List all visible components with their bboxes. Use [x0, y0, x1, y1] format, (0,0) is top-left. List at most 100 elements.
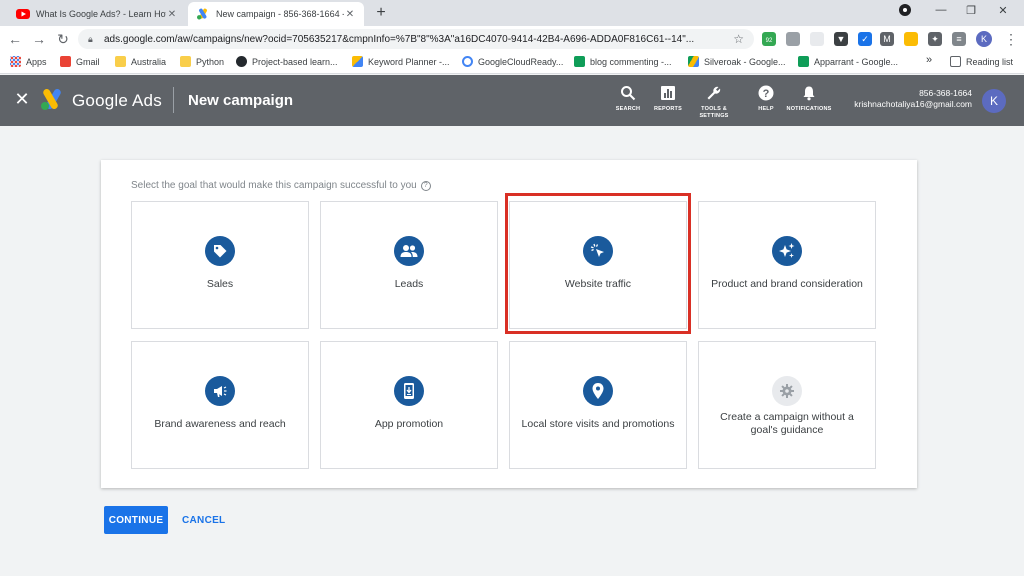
- folder-icon: [115, 56, 126, 67]
- svg-text:?: ?: [763, 88, 770, 100]
- google-ads-logo-icon: [40, 89, 64, 111]
- bookmark-blog-commenting[interactable]: blog commenting -...: [574, 56, 672, 67]
- goal-card-sales[interactable]: Sales: [131, 201, 309, 329]
- bookmark-label: Python: [196, 56, 225, 67]
- goal-card-local-store-visits[interactable]: Local store visits and promotions: [509, 341, 687, 469]
- apps-grid-icon: [10, 56, 21, 67]
- profile-initial: K: [980, 34, 987, 44]
- sheets-icon: [574, 56, 585, 67]
- restore-icon[interactable]: ❐: [962, 4, 980, 17]
- url-text: ads.google.com/aw/campaigns/new?ocid=705…: [104, 33, 695, 45]
- puzzle-icon[interactable]: ✦: [928, 32, 942, 46]
- avatar-initial: K: [989, 94, 998, 108]
- privacy-extension-icon[interactable]: ▼: [834, 32, 848, 46]
- reading-list-button[interactable]: Reading list: [950, 56, 1013, 67]
- gear-icon: [772, 376, 802, 406]
- bookmark-label: blog commenting -...: [590, 56, 672, 67]
- bookmark-apparrant[interactable]: Apparrant - Google...: [798, 56, 898, 67]
- close-tab-icon[interactable]: ✕: [344, 9, 356, 20]
- new-tab-button[interactable]: +: [372, 5, 390, 23]
- bookmark-gmail[interactable]: Gmail: [60, 56, 100, 67]
- page-title: New campaign: [188, 92, 294, 109]
- settings-label: SETTINGS: [699, 113, 729, 119]
- playlist-icon[interactable]: ≡: [952, 32, 966, 46]
- reading-list-label: Reading list: [966, 56, 1014, 67]
- sheets-icon: [798, 56, 809, 67]
- image-extension-icon[interactable]: [904, 32, 918, 46]
- google-ads-icon: [352, 56, 363, 67]
- forward-arrow-icon[interactable]: →: [30, 30, 48, 48]
- reload-icon[interactable]: ↻: [54, 30, 72, 48]
- address-bar[interactable]: 🔒︎ ads.google.com/aw/campaigns/new?ocid=…: [78, 29, 754, 49]
- bookmark-label: Keyword Planner -...: [368, 56, 450, 67]
- google-ads-icon: [196, 7, 210, 21]
- help-button[interactable]: ? HELP: [744, 85, 788, 113]
- close-window-icon[interactable]: ✕: [994, 4, 1012, 17]
- account-info[interactable]: 856-368-1664 krishnachotaliya16@gmail.co…: [854, 88, 972, 110]
- bookmark-label: Gmail: [76, 56, 100, 67]
- reading-list-icon: [950, 56, 961, 67]
- browser-tab-strip: What Is Google Ads? - Learn How ✕ New ca…: [0, 0, 1024, 26]
- search-button[interactable]: SEARCH: [606, 85, 650, 113]
- goal-card-brand-awareness[interactable]: Brand awareness and reach: [131, 341, 309, 469]
- tab-title: What Is Google Ads? - Learn How: [36, 9, 166, 19]
- drive-icon: [688, 56, 699, 67]
- check-extension-icon[interactable]: ✓: [858, 32, 872, 46]
- goal-label: Create a campaign without a goal's guida…: [720, 411, 854, 436]
- megaphone-icon: [205, 376, 235, 406]
- selection-highlight-box: [505, 193, 691, 334]
- bookmark-star-icon[interactable]: ☆: [733, 32, 744, 46]
- profile-avatar[interactable]: K: [976, 31, 992, 47]
- youtube-icon: [16, 7, 30, 21]
- extension-badge-icon[interactable]: 92: [762, 32, 776, 46]
- cancel-button[interactable]: CANCEL: [178, 506, 229, 534]
- goal-card-app-promotion[interactable]: App promotion: [320, 341, 498, 469]
- bookmark-keyword-planner[interactable]: Keyword Planner -...: [352, 56, 450, 67]
- goal-prompt: Select the goal that would make this cam…: [131, 180, 431, 191]
- bookmark-silveroak[interactable]: Silveroak - Google...: [688, 56, 786, 67]
- account-id: 856-368-1664: [919, 88, 972, 98]
- bookmarks-bar: Apps Gmail Australia Python Project-base…: [0, 52, 1024, 74]
- goal-label: Product and brand consideration: [711, 278, 863, 290]
- google-icon: [462, 56, 473, 67]
- goal-label: Local store visits and promotions: [521, 418, 675, 430]
- more-bookmarks-label: »: [926, 54, 933, 66]
- bookmark-python[interactable]: Python: [180, 56, 224, 67]
- goal-card-no-goal-guidance[interactable]: Create a campaign without a goal's guida…: [698, 341, 876, 469]
- bookmark-googlecloudready[interactable]: GoogleCloudReady...: [462, 56, 563, 67]
- gmail-extension-icon[interactable]: M: [880, 32, 894, 46]
- tools-settings-button[interactable]: TOOLS & SETTINGS: [692, 85, 736, 120]
- bookmark-australia[interactable]: Australia: [115, 56, 166, 67]
- goal-card-leads[interactable]: Leads: [320, 201, 498, 329]
- continue-button[interactable]: CONTINUE: [104, 506, 168, 534]
- tab-youtube[interactable]: What Is Google Ads? - Learn How ✕: [8, 2, 186, 26]
- extension-badge-count: 92: [765, 38, 773, 44]
- tab-new-campaign[interactable]: New campaign - 856-368-1664 - ✕: [188, 2, 364, 26]
- goal-label: App promotion: [374, 418, 444, 430]
- more-bookmarks-button[interactable]: »: [926, 54, 932, 66]
- shield-extension-icon[interactable]: [786, 32, 800, 46]
- goal-card-product-brand-consideration[interactable]: Product and brand consideration: [698, 201, 876, 329]
- help-circle-icon[interactable]: ?: [420, 180, 431, 191]
- reports-label: REPORTS: [654, 106, 682, 112]
- close-icon[interactable]: ✕: [12, 89, 32, 110]
- bookmark-apps[interactable]: Apps: [10, 56, 47, 67]
- account-email: krishnachotaliya16@gmail.com: [854, 99, 972, 109]
- blank-extension-icon[interactable]: [810, 32, 824, 46]
- bookmark-label: Silveroak - Google...: [704, 56, 786, 67]
- more-menu-icon[interactable]: ⋮: [1002, 30, 1020, 48]
- goal-label: Brand awareness and reach: [154, 418, 286, 430]
- brand-name: Google Ads: [72, 91, 162, 110]
- notifications-label: NOTIFICATIONS: [786, 106, 832, 112]
- profile-menu-icon[interactable]: [896, 4, 914, 19]
- bookmark-project-based[interactable]: Project-based learn...: [236, 56, 338, 67]
- notifications-button[interactable]: NOTIFICATIONS: [786, 85, 832, 113]
- people-icon: [394, 236, 424, 266]
- close-tab-icon[interactable]: ✕: [166, 9, 178, 20]
- minimize-icon[interactable]: —: [932, 4, 950, 16]
- reports-button[interactable]: REPORTS: [646, 85, 690, 113]
- account-avatar[interactable]: K: [982, 89, 1006, 113]
- location-pin-icon: [583, 376, 613, 406]
- tools-label: TOOLS &: [701, 106, 727, 112]
- back-arrow-icon[interactable]: ←: [6, 30, 24, 48]
